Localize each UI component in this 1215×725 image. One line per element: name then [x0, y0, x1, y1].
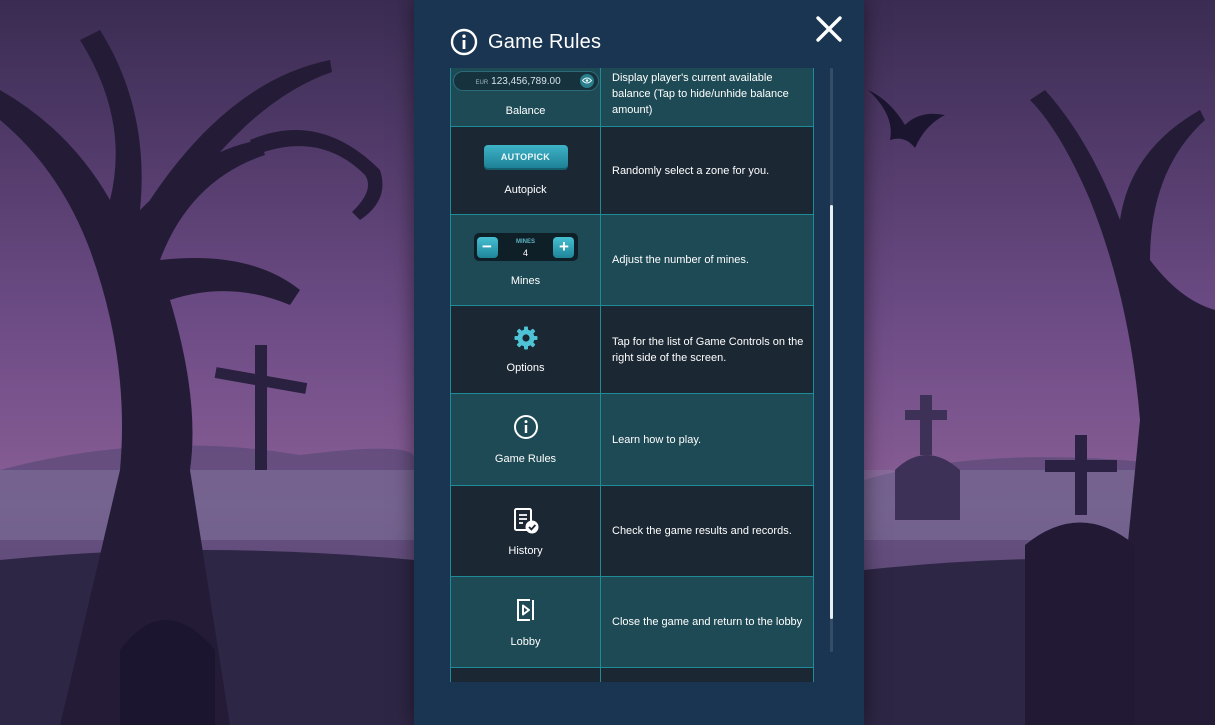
info-circle-icon — [450, 28, 478, 56]
control-label: History — [508, 544, 543, 557]
table-row: Lobby Close the game and return to the l… — [450, 576, 814, 668]
rules-table-viewport[interactable]: EUR 123,456,789.00 Balance Display player… — [450, 68, 814, 682]
table-row: History Check the game results and recor… — [450, 485, 814, 577]
table-row: Game Rules Learn how to play. — [450, 393, 814, 486]
table-row: EUR 123,456,789.00 Balance Display player… — [450, 68, 814, 127]
table-row — [450, 667, 814, 682]
mines-stepper: − MINES 4 + — [473, 233, 578, 261]
icon-cell: Options — [450, 305, 601, 394]
game-rules-modal: Game Rules EUR 123,456,789.00 Balance Di… — [414, 0, 864, 725]
control-label: Autopick — [504, 184, 547, 196]
balance-currency: EUR — [475, 79, 489, 86]
modal-header: Game Rules — [450, 28, 601, 56]
table-row: − MINES 4 + Mines Adjust the number of m… — [450, 214, 814, 306]
close-icon[interactable] — [814, 14, 844, 44]
control-label: Mines — [510, 275, 541, 287]
icon-cell: AUTOPICK Autopick — [450, 126, 601, 215]
autopick-button[interactable]: AUTOPICK — [483, 145, 568, 170]
modal-title: Game Rules — [488, 30, 602, 53]
icon-cell: − MINES 4 + Mines — [450, 214, 601, 306]
minus-button[interactable]: − — [476, 236, 498, 258]
scrollbar-thumb[interactable] — [830, 205, 833, 619]
exit-icon — [516, 598, 534, 621]
control-label: Options — [506, 362, 545, 374]
history-icon — [513, 507, 538, 533]
eye-icon[interactable] — [579, 73, 594, 88]
description-cell: Adjust the number of mines. — [600, 214, 814, 306]
icon-cell: History — [450, 485, 601, 577]
description-cell: Close the game and return to the lobby — [600, 576, 814, 668]
description-cell: Check the game results and records. — [600, 485, 814, 577]
icon-cell: EUR 123,456,789.00 Balance — [450, 68, 601, 127]
description-cell: Display player's current available balan… — [600, 68, 814, 127]
description-cell — [600, 667, 814, 682]
description-cell: Randomly select a zone for you. — [600, 126, 814, 215]
control-label: Game Rules — [494, 453, 557, 465]
balance-widget[interactable]: EUR 123,456,789.00 — [452, 70, 599, 91]
scrollbar-track[interactable] — [830, 68, 833, 652]
description-cell: Learn how to play. — [600, 393, 814, 486]
table-row: AUTOPICK Autopick Randomly select a zone… — [450, 126, 814, 215]
gear-icon — [514, 326, 537, 350]
control-label: Lobby — [510, 635, 541, 648]
plus-button[interactable]: + — [553, 236, 575, 258]
info-circle-icon — [513, 415, 538, 439]
icon-cell: Game Rules — [450, 393, 601, 486]
control-label: Balance — [505, 104, 546, 117]
mines-stepper-value: 4 — [522, 247, 528, 258]
balance-amount: 123,456,789.00 — [491, 75, 561, 87]
table-row: Options Tap for the list of Game Control… — [450, 305, 814, 394]
mines-stepper-label: MINES — [515, 238, 535, 245]
rules-table: EUR 123,456,789.00 Balance Display player… — [450, 68, 814, 682]
description-cell: Tap for the list of Game Controls on the… — [600, 305, 814, 394]
icon-cell — [450, 667, 601, 682]
icon-cell: Lobby — [450, 576, 601, 668]
